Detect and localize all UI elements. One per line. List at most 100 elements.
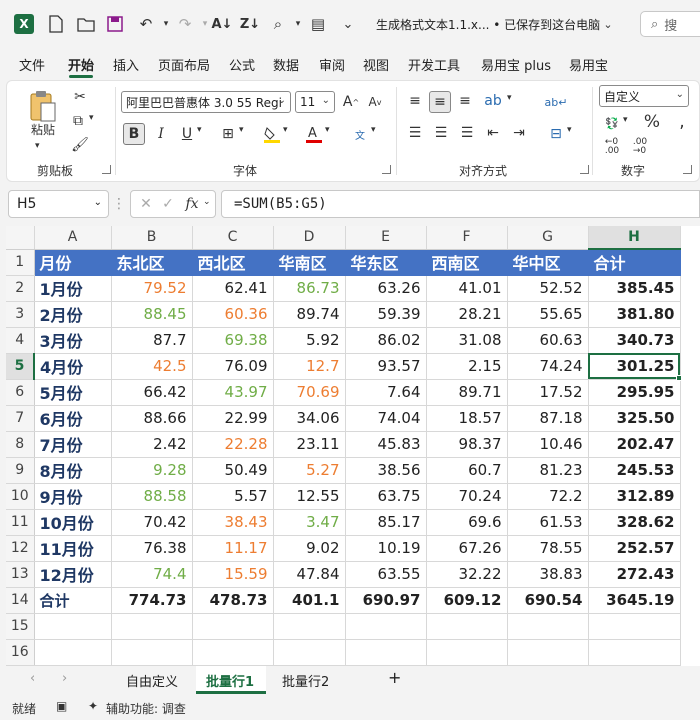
comma-style-icon[interactable]: ,: [671, 111, 693, 133]
phonetic-icon[interactable]: 文: [349, 123, 371, 145]
value-cell[interactable]: 74.24: [507, 353, 589, 380]
value-cell[interactable]: 89.71: [426, 379, 508, 406]
italic-button[interactable]: I: [151, 123, 171, 145]
month-cell[interactable]: 8月份: [34, 457, 112, 484]
undo-dropdown-icon[interactable]: ▾: [156, 14, 176, 34]
value-cell[interactable]: 78.55: [507, 535, 589, 562]
totals-cell[interactable]: 690.97: [345, 587, 427, 614]
value-cell[interactable]: 98.37: [426, 431, 508, 458]
value-cell[interactable]: 28.21: [426, 301, 508, 328]
sort-asc-icon[interactable]: A↓: [212, 14, 233, 34]
month-cell[interactable]: 11月份: [34, 535, 112, 562]
value-cell[interactable]: 63.26: [345, 275, 427, 302]
wrap-text-icon[interactable]: ab↵: [545, 91, 568, 113]
empty-cell[interactable]: [345, 639, 427, 666]
header-cell[interactable]: 合计: [588, 249, 681, 276]
worksheet-grid[interactable]: A B C D E F G H 1 月份 东北区 西北区 华南区 华东区 西南区 华中区 合计 2 1月份 79.52…: [6, 226, 700, 666]
column-header-c[interactable]: C: [192, 226, 274, 250]
sheet-tab-1[interactable]: 自由定义: [126, 671, 178, 690]
format-painter-icon[interactable]: 🖌: [69, 135, 91, 155]
row-header[interactable]: 12: [6, 535, 35, 562]
header-cell[interactable]: 月份: [34, 249, 112, 276]
font-name-select[interactable]: 阿里巴巴普惠体 3.0 55 Regi ⌄: [121, 91, 291, 113]
document-title[interactable]: 生成格式文本1.1.x... • 已保存到这台电脑: [376, 16, 600, 33]
value-cell[interactable]: 10.46: [507, 431, 589, 458]
increase-decimal-icon[interactable]: ←0.00: [601, 137, 623, 157]
column-header-b[interactable]: B: [111, 226, 193, 250]
percent-icon[interactable]: %: [641, 111, 663, 133]
underline-icon[interactable]: U: [177, 123, 197, 145]
value-cell[interactable]: 22.28: [192, 431, 274, 458]
value-cell[interactable]: 87.18: [507, 405, 589, 432]
value-cell[interactable]: 72.2: [507, 483, 589, 510]
value-cell[interactable]: 38.83: [507, 561, 589, 588]
total-cell[interactable]: 272.43: [588, 561, 681, 588]
value-cell[interactable]: 61.53: [507, 509, 589, 536]
value-cell[interactable]: 12.55: [273, 483, 346, 510]
value-cell[interactable]: 74.04: [345, 405, 427, 432]
tab-formulas[interactable]: 公式: [229, 55, 255, 74]
value-cell[interactable]: 9.02: [273, 535, 346, 562]
bold-button[interactable]: B: [123, 123, 145, 145]
month-cell[interactable]: 12月份: [34, 561, 112, 588]
column-header-g[interactable]: G: [507, 226, 589, 250]
value-cell[interactable]: 60.36: [192, 301, 274, 328]
column-header-a[interactable]: A: [34, 226, 112, 250]
value-cell[interactable]: 89.74: [273, 301, 346, 328]
function-dropdown-icon[interactable]: ⌄: [203, 197, 211, 207]
align-right-icon[interactable]: ☰: [457, 123, 477, 143]
empty-cell[interactable]: [507, 639, 589, 666]
value-cell[interactable]: 47.84: [273, 561, 346, 588]
border-dropdown-icon[interactable]: ▾: [239, 125, 244, 135]
totals-cell[interactable]: 690.54: [507, 587, 589, 614]
tab-developer[interactable]: 开发工具: [408, 55, 460, 74]
sheet-tab-2[interactable]: 批量行1: [206, 671, 254, 690]
currency-dropdown-icon[interactable]: ▾: [623, 115, 628, 125]
value-cell[interactable]: 10.19: [345, 535, 427, 562]
value-cell[interactable]: 88.45: [111, 301, 193, 328]
clipboard-launcher-icon[interactable]: [102, 165, 111, 174]
accessibility-status[interactable]: 辅助功能: 调查: [106, 700, 186, 717]
row-header[interactable]: 6: [6, 379, 35, 406]
empty-cell[interactable]: [273, 613, 346, 640]
value-cell[interactable]: 70.42: [111, 509, 193, 536]
cancel-icon[interactable]: ✕: [137, 194, 155, 214]
header-cell[interactable]: 西南区: [426, 249, 508, 276]
value-cell[interactable]: 5.27: [273, 457, 346, 484]
undo-icon[interactable]: ↶: [136, 14, 156, 34]
month-cell[interactable]: 6月份: [34, 405, 112, 432]
value-cell[interactable]: 52.52: [507, 275, 589, 302]
value-cell[interactable]: 66.42: [111, 379, 193, 406]
value-cell[interactable]: 22.99: [192, 405, 274, 432]
value-cell[interactable]: 81.23: [507, 457, 589, 484]
align-middle-icon[interactable]: ≡: [429, 91, 451, 113]
empty-cell[interactable]: [588, 613, 681, 640]
row-header[interactable]: 10: [6, 483, 35, 510]
empty-cell[interactable]: [507, 613, 589, 640]
value-cell[interactable]: 60.7: [426, 457, 508, 484]
value-cell[interactable]: 32.22: [426, 561, 508, 588]
tab-easyuse[interactable]: 易用宝: [569, 55, 608, 74]
value-cell[interactable]: 74.4: [111, 561, 193, 588]
tab-easyuse-plus[interactable]: 易用宝 plus: [481, 55, 551, 74]
totals-cell[interactable]: 478.73: [192, 587, 274, 614]
sort-desc-icon[interactable]: Z↓: [240, 14, 260, 34]
month-cell[interactable]: 3月份: [34, 327, 112, 354]
month-cell[interactable]: 5月份: [34, 379, 112, 406]
value-cell[interactable]: 79.52: [111, 275, 193, 302]
month-cell[interactable]: 4月份: [34, 353, 112, 380]
align-center-icon[interactable]: ☰: [431, 123, 451, 143]
value-cell[interactable]: 69.38: [192, 327, 274, 354]
totals-cell[interactable]: 3645.19: [588, 587, 681, 614]
align-left-icon[interactable]: ☰: [405, 123, 425, 143]
value-cell[interactable]: 86.73: [273, 275, 346, 302]
copy-icon[interactable]: ⧉: [67, 111, 89, 131]
totals-cell[interactable]: 609.12: [426, 587, 508, 614]
totals-cell[interactable]: 774.73: [111, 587, 193, 614]
value-cell[interactable]: 63.55: [345, 561, 427, 588]
value-cell[interactable]: 70.69: [273, 379, 346, 406]
row-header[interactable]: 16: [6, 639, 35, 666]
border-icon[interactable]: ⊞: [217, 123, 239, 145]
total-cell[interactable]: 385.45: [588, 275, 681, 302]
value-cell[interactable]: 60.63: [507, 327, 589, 354]
